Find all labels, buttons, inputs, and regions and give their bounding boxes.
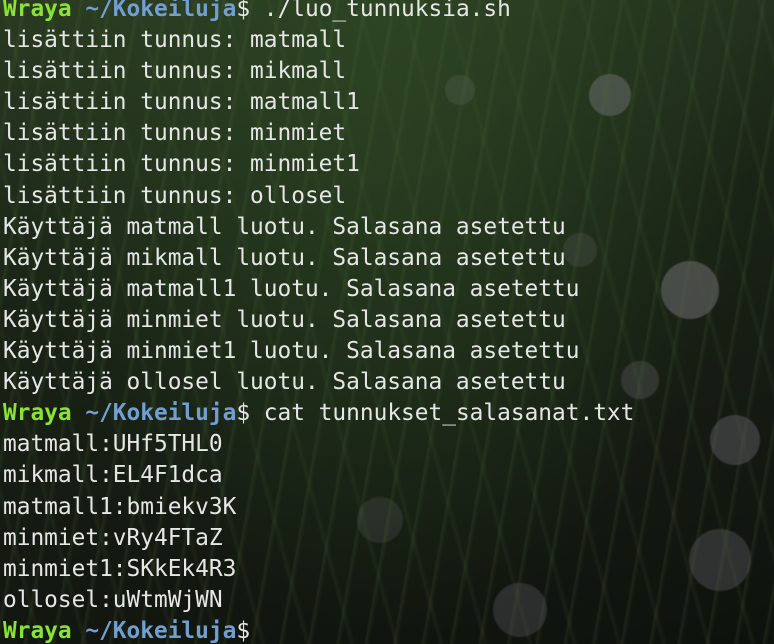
prompt-user: Wraya bbox=[3, 400, 72, 427]
output-line: lisättiin tunnus: minmiet bbox=[3, 120, 347, 147]
prompt-symbol: $ bbox=[236, 0, 251, 22]
output-line: minmiet:vRy4FTaZ bbox=[3, 524, 223, 551]
command-text: ./luo_tunnuksia.sh bbox=[250, 0, 511, 22]
prompt-path: ~/Kokeiluja bbox=[85, 400, 237, 427]
output-line: lisättiin tunnus: mikmall bbox=[3, 58, 347, 85]
prompt-line: Wraya ~/Kokeiluja$ bbox=[3, 616, 774, 644]
output-line: lisättiin tunnus: matmall bbox=[3, 27, 347, 54]
output-line: matmall1:bmiekv3K bbox=[3, 493, 237, 520]
prompt-symbol: $ bbox=[236, 400, 251, 427]
output-line: mikmall:EL4F1dca bbox=[3, 462, 223, 489]
output-line: Käyttäjä matmall1 luotu. Salasana asetet… bbox=[3, 275, 580, 302]
prompt-user: Wraya bbox=[3, 0, 72, 22]
output-line: Käyttäjä matmall luotu. Salasana asetett… bbox=[3, 213, 566, 240]
output-line: Käyttäjä minmiet luotu. Salasana asetett… bbox=[3, 306, 566, 333]
output-line: minmiet1:SKkEk4R3 bbox=[3, 555, 237, 582]
output-line: Käyttäjä ollosel luotu. Salasana asetett… bbox=[3, 369, 566, 396]
prompt-symbol: $ bbox=[236, 617, 251, 644]
output-line: ollosel:uWtmWjWN bbox=[3, 586, 223, 613]
output-line: matmall:UHf5THL0 bbox=[3, 431, 223, 458]
prompt-path: ~/Kokeiluja bbox=[85, 0, 237, 22]
output-line: Käyttäjä mikmall luotu. Salasana asetett… bbox=[3, 244, 566, 271]
prompt-path: ~/Kokeiluja bbox=[85, 617, 237, 644]
command-text: cat tunnukset_salasanat.txt bbox=[250, 400, 635, 427]
output-line: lisättiin tunnus: matmall1 bbox=[3, 89, 360, 116]
output-line: lisättiin tunnus: ollosel bbox=[3, 182, 347, 209]
prompt-line: Wraya ~/Kokeiluja$ cat tunnukset_salasan… bbox=[3, 398, 774, 429]
output-line: Käyttäjä minmiet1 luotu. Salasana asetet… bbox=[3, 338, 580, 365]
prompt-line: Wraya ~/Kokeiluja$ ./luo_tunnuksia.sh bbox=[3, 0, 774, 25]
prompt-user: Wraya bbox=[3, 617, 72, 644]
terminal-output[interactable]: Wraya ~/Kokeiluja$ ./luo_tunnuksia.sh lis… bbox=[3, 0, 774, 644]
output-line: lisättiin tunnus: minmiet1 bbox=[3, 151, 360, 178]
